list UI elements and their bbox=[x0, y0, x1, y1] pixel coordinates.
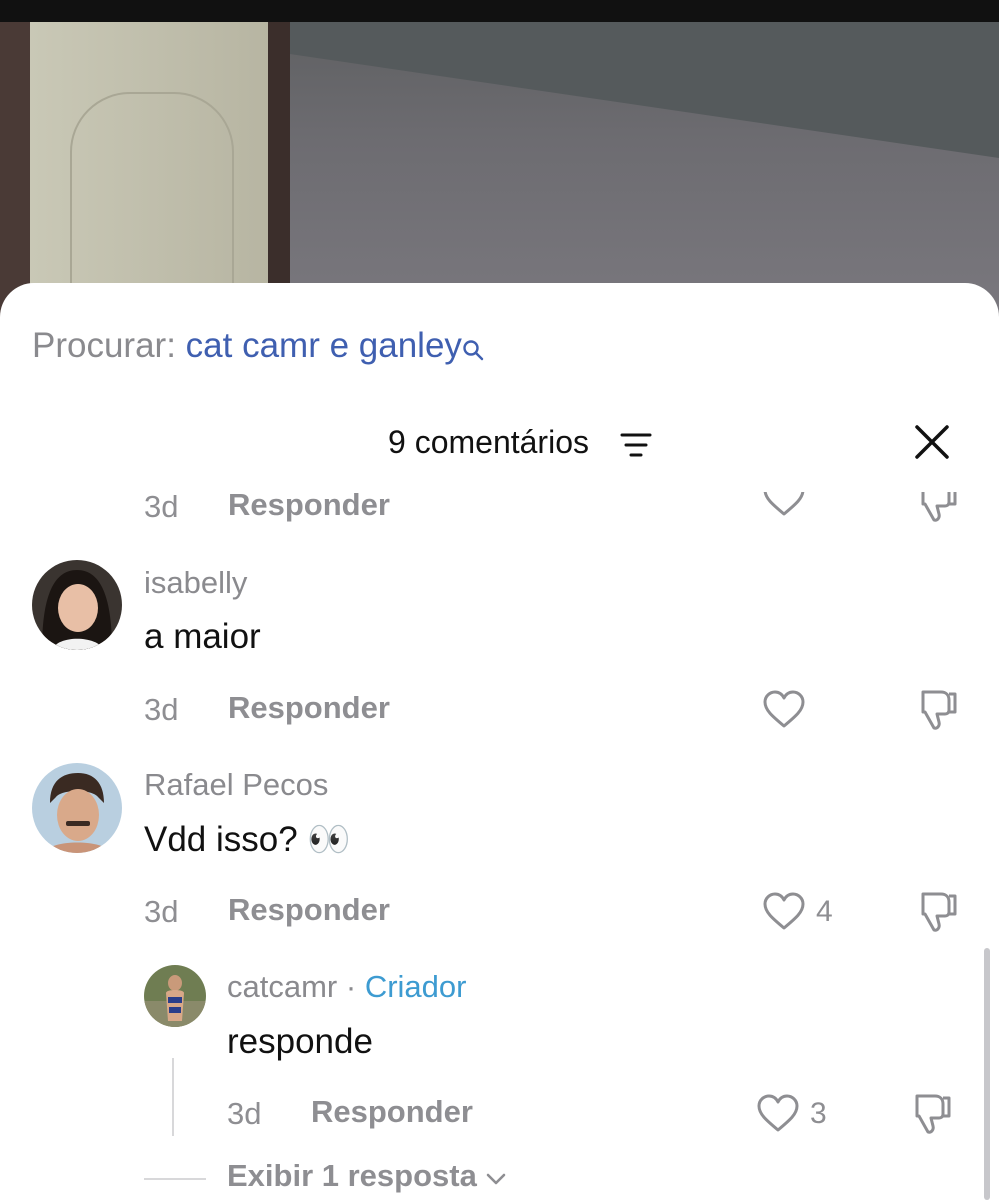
comment-time: 3d bbox=[144, 489, 179, 524]
dislike-icon[interactable] bbox=[915, 890, 959, 939]
comment-text: Vdd isso? 👀 bbox=[144, 820, 352, 859]
thread-line bbox=[172, 1058, 174, 1136]
avatar[interactable] bbox=[32, 560, 122, 650]
heart-icon[interactable] bbox=[762, 690, 806, 735]
reply-button[interactable]: Responder bbox=[228, 892, 390, 928]
comment-text: a maior bbox=[144, 617, 261, 656]
creator-badge: Criador bbox=[364, 969, 467, 1004]
sort-icon[interactable] bbox=[620, 432, 652, 463]
like-count: 3 bbox=[810, 1097, 827, 1130]
view-replies-label: Exibir 1 resposta bbox=[227, 1158, 477, 1193]
dislike-icon[interactable] bbox=[915, 688, 959, 737]
video-door-edge bbox=[0, 22, 30, 320]
comment-username[interactable]: isabelly bbox=[144, 565, 247, 601]
comment-count: 9 comentários bbox=[388, 424, 589, 460]
comments-header: 9 comentários bbox=[0, 420, 999, 468]
heart-icon[interactable] bbox=[762, 892, 806, 937]
heart-icon[interactable] bbox=[762, 492, 806, 523]
comment-username[interactable]: Rafael Pecos bbox=[144, 767, 328, 803]
heart-icon[interactable] bbox=[756, 1094, 800, 1139]
reply-username[interactable]: catcamr bbox=[227, 969, 337, 1004]
search-icon bbox=[462, 330, 484, 370]
reply-time: 3d bbox=[227, 1096, 262, 1131]
avatar[interactable] bbox=[32, 763, 122, 853]
reply-username-row: catcamr · Criador bbox=[227, 969, 466, 1005]
video-door bbox=[30, 22, 270, 320]
status-bar bbox=[0, 0, 999, 22]
chevron-down-icon bbox=[487, 1173, 506, 1185]
comment-time: 3d bbox=[144, 692, 179, 727]
reply-button[interactable]: Responder bbox=[228, 690, 390, 726]
close-icon[interactable] bbox=[914, 424, 950, 465]
more-replies-line bbox=[144, 1178, 206, 1180]
scrollbar[interactable] bbox=[984, 948, 990, 1200]
dislike-clip bbox=[900, 492, 970, 528]
view-replies-button[interactable]: Exibir 1 resposta bbox=[227, 1158, 507, 1194]
search-suggestion[interactable]: Procurar: cat camr e ganley bbox=[32, 326, 484, 370]
like-count: 4 bbox=[816, 895, 833, 928]
reply-text: responde bbox=[227, 1022, 373, 1061]
reply-button[interactable]: Responder bbox=[311, 1094, 473, 1130]
dislike-icon[interactable] bbox=[915, 492, 959, 528]
search-query[interactable]: cat camr e ganley bbox=[186, 326, 462, 365]
reply-button[interactable]: Responder bbox=[228, 487, 390, 523]
dislike-icon[interactable] bbox=[909, 1092, 953, 1141]
search-label: Procurar: bbox=[32, 326, 176, 365]
video-door-frame bbox=[268, 22, 290, 320]
comment-time: 3d bbox=[144, 894, 179, 929]
separator: · bbox=[345, 969, 357, 1004]
avatar[interactable] bbox=[144, 965, 206, 1027]
like-clip bbox=[750, 492, 820, 528]
video-background bbox=[0, 0, 999, 320]
